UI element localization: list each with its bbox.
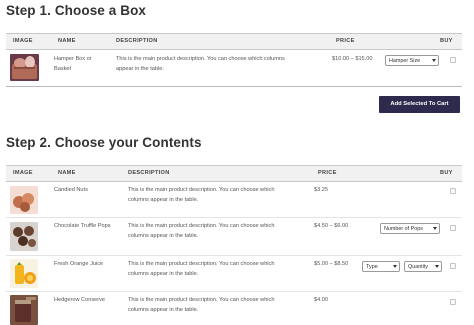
product-description-line1: This is the main product description. Yo… — [116, 56, 285, 62]
quantity-select[interactable]: Quantity — [404, 261, 442, 272]
select-label: Hamper Size — [389, 58, 421, 64]
product-price: $4.50 – $6.00 — [314, 223, 349, 229]
number-of-pops-select[interactable]: Number of Pops — [380, 223, 440, 234]
product-price: $4.00 — [314, 297, 328, 303]
product-description-line2: columns appear in the table. — [128, 197, 199, 203]
product-name[interactable]: Fresh Orange Juice — [54, 260, 103, 269]
header-description: DESCRIPTION — [128, 170, 170, 176]
header-image: IMAGE — [13, 38, 33, 44]
table-row: Hamper Box or Basket This is the main pr… — [6, 50, 462, 85]
product-description-line1: This is the main product description. Yo… — [128, 187, 275, 193]
product-price: $10.00 – $15.00 — [332, 56, 373, 62]
type-select[interactable]: Type — [362, 261, 400, 272]
product-name[interactable]: Chocolate Truffle Pops — [54, 222, 111, 231]
select-label: Number of Pops — [384, 226, 423, 232]
product-price: $3.25 — [314, 187, 328, 193]
product-description-line1: This is the main product description. Yo… — [128, 261, 275, 267]
product-name[interactable]: Candied Nuts — [54, 186, 88, 195]
product-name[interactable]: Hedgerow Conserve — [54, 296, 105, 305]
header-price: PRICE — [318, 170, 337, 176]
product-image-hamper[interactable] — [10, 54, 39, 81]
step1-title: Step 1. Choose a Box — [6, 3, 147, 18]
product-price: $5.00 – $8.50 — [314, 261, 349, 267]
table-row: Hedgerow Conserve This is the main produ… — [6, 292, 462, 325]
header-image: IMAGE — [13, 170, 33, 176]
step2-title: Step 2. Choose your Contents — [6, 135, 202, 150]
buy-checkbox[interactable] — [450, 299, 456, 305]
product-description-line2: columns appear in the table. — [128, 307, 199, 313]
product-name-line1[interactable]: Hamper Box or — [54, 55, 92, 64]
product-description-line2: columns appear in the table. — [128, 271, 199, 277]
hamper-size-select[interactable]: Hamper Size — [385, 55, 439, 66]
product-description-line1: This is the main product description. Yo… — [128, 297, 275, 303]
product-image-candied-nuts[interactable] — [10, 186, 38, 214]
chevron-down-icon — [435, 265, 439, 268]
chevron-down-icon — [432, 59, 436, 62]
product-image-orange-juice[interactable] — [10, 259, 38, 288]
product-description-line2: columns appear in the table. — [128, 233, 199, 239]
product-name-line2[interactable]: Basket — [54, 65, 71, 74]
select-label: Type — [366, 264, 378, 270]
table-row: Fresh Orange Juice This is the main prod… — [6, 256, 462, 292]
buy-checkbox[interactable] — [450, 57, 456, 63]
add-selected-to-cart-button[interactable]: Add Selected To Cart — [379, 96, 460, 113]
header-name: NAME — [58, 38, 76, 44]
table-row: Candied Nuts This is the main product de… — [6, 182, 462, 218]
select-label: Quantity — [408, 264, 429, 270]
buy-checkbox[interactable] — [450, 225, 456, 231]
table-bottom-divider — [6, 86, 462, 87]
header-price: PRICE — [336, 38, 355, 44]
product-image-truffle-pops[interactable] — [10, 222, 38, 251]
header-description: DESCRIPTION — [116, 38, 158, 44]
header-buy: BUY — [440, 170, 453, 176]
buy-checkbox[interactable] — [450, 188, 456, 194]
table-row: Chocolate Truffle Pops This is the main … — [6, 218, 462, 256]
chevron-down-icon — [393, 265, 397, 268]
step2-table-header: IMAGE NAME DESCRIPTION PRICE BUY — [6, 165, 462, 182]
header-buy: BUY — [440, 38, 453, 44]
product-image-hedgerow-conserve[interactable] — [10, 295, 38, 325]
step1-table-header: IMAGE NAME DESCRIPTION PRICE BUY — [6, 33, 462, 50]
buy-checkbox[interactable] — [450, 263, 456, 269]
product-description-line2: appear in the table. — [116, 66, 164, 72]
chevron-down-icon — [433, 227, 437, 230]
header-name: NAME — [58, 170, 76, 176]
product-description-line1: This is the main product description. Yo… — [128, 223, 275, 229]
